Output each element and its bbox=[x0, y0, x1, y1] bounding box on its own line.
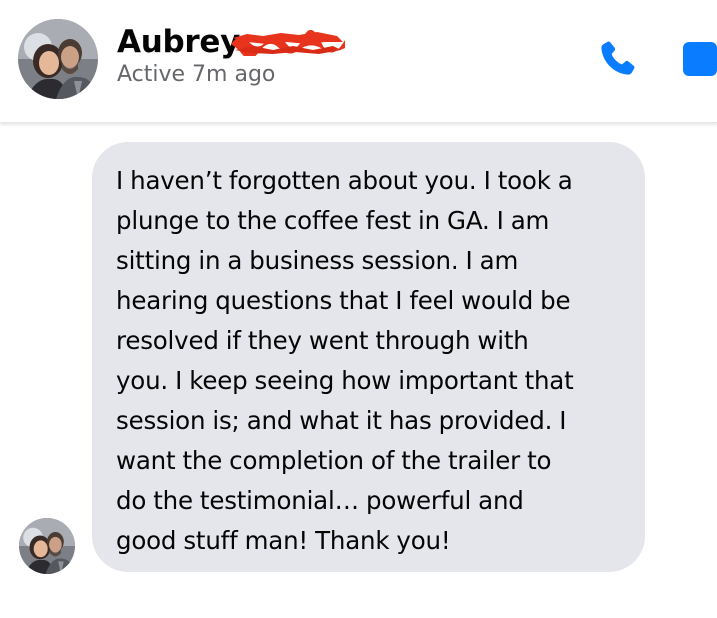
message-line: plunge to the coffee fest in GA. I am bbox=[116, 206, 550, 235]
message-line: I haven’t forgotten about you. I took a bbox=[116, 166, 573, 195]
contact-name[interactable]: Aubrey bbox=[117, 24, 240, 60]
message-line: session is; and what it has provided. I bbox=[116, 406, 567, 435]
message-text: I haven’t forgotten about you. I took a … bbox=[116, 161, 623, 561]
video-call-button[interactable] bbox=[683, 42, 717, 76]
message-line: do the testimonial… powerful and bbox=[116, 486, 524, 515]
message-line: resolved if they went through with bbox=[116, 326, 529, 355]
contact-avatar[interactable] bbox=[18, 19, 98, 99]
message-line: hearing questions that I feel would be bbox=[116, 286, 571, 315]
redaction-scribble bbox=[231, 30, 345, 56]
profile-photo-icon bbox=[18, 19, 98, 99]
message-line: sitting in a business session. I am bbox=[116, 246, 519, 275]
message-line: you. I keep seeing how important that bbox=[116, 366, 574, 395]
message-line: good stuff man! Thank you! bbox=[116, 526, 451, 555]
message-bubble[interactable]: I haven’t forgotten about you. I took a … bbox=[92, 142, 645, 572]
sender-avatar[interactable] bbox=[19, 518, 75, 574]
active-status: Active 7m ago bbox=[117, 62, 276, 87]
audio-call-button[interactable] bbox=[596, 38, 638, 80]
message-line: want the completion of the trailer to bbox=[116, 446, 552, 475]
profile-photo-icon bbox=[19, 518, 75, 574]
phone-icon bbox=[601, 41, 635, 75]
conversation-header: Aubrey Active 7m ago bbox=[0, 0, 717, 123]
messenger-window: Aubrey Active 7m ago I haven’t forgotten… bbox=[0, 0, 717, 618]
